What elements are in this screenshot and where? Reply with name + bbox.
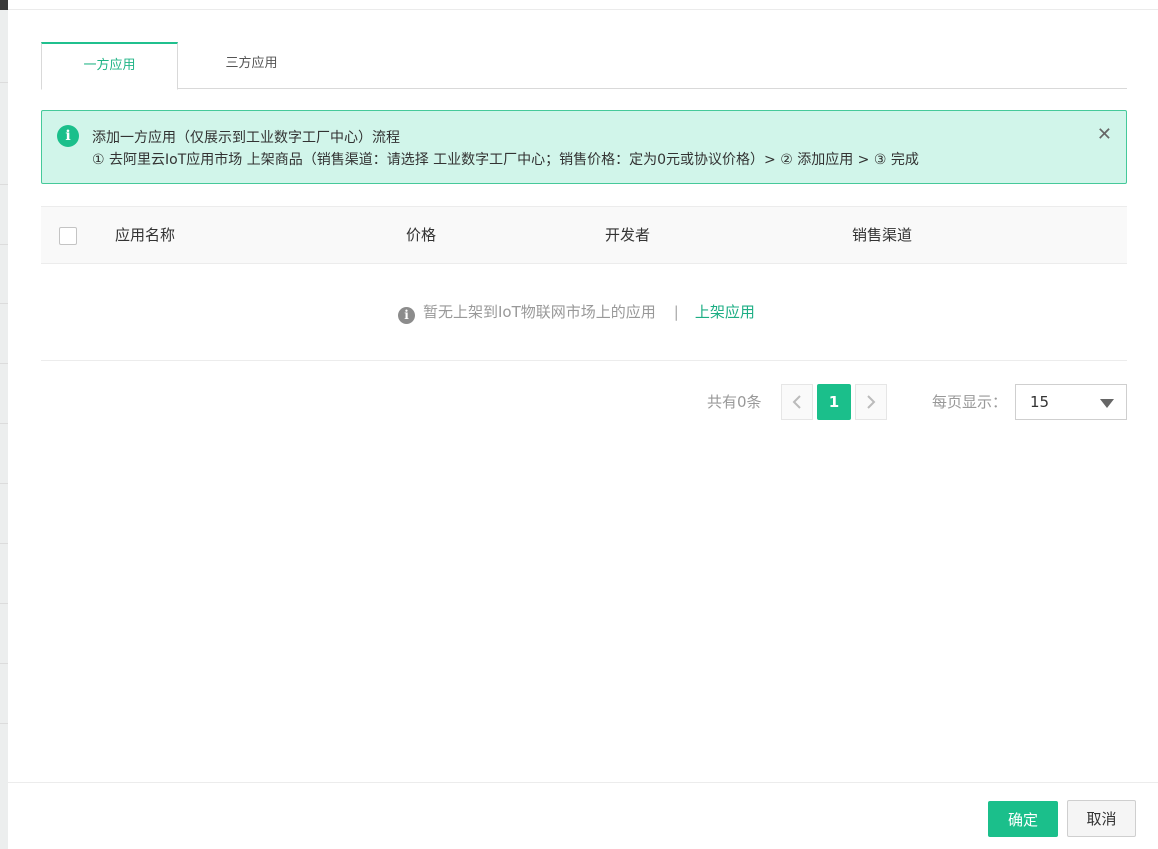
process-info-alert: i 添加一方应用（仅展示到工业数字工厂中心）流程 ① 去阿里云IoT应用市场 上… (41, 110, 1127, 184)
column-header-developer: 开发者 (605, 226, 651, 244)
next-page-button[interactable] (855, 384, 887, 420)
close-icon[interactable]: ✕ (1097, 125, 1112, 145)
total-count: 共有0条 (707, 393, 762, 411)
separator: | (673, 303, 679, 321)
footer-divider (8, 782, 1158, 783)
table-header: 应用名称 价格 开发者 销售渠道 (41, 206, 1127, 264)
background-divider (0, 82, 8, 83)
alert-title: 添加一方应用（仅展示到工业数字工厂中心）流程 (92, 130, 400, 146)
chevron-left-icon (792, 395, 801, 409)
background-divider (0, 663, 8, 664)
chevron-right-icon (867, 395, 876, 409)
caret-down-icon (1100, 399, 1114, 408)
confirm-button[interactable]: 确定 (988, 801, 1058, 837)
per-page-value: 15 (1030, 393, 1050, 411)
per-page-select[interactable]: 15 (1015, 384, 1127, 420)
select-all-checkbox[interactable] (59, 227, 77, 245)
prev-page-button[interactable] (781, 384, 813, 420)
background-divider (0, 363, 8, 364)
cancel-button[interactable]: 取消 (1067, 800, 1136, 837)
background-divider (0, 543, 8, 544)
background-divider (0, 603, 8, 604)
background-divider (0, 423, 8, 424)
column-header-app-name: 应用名称 (115, 226, 176, 244)
alert-description: ① 去阿里云IoT应用市场 上架商品（销售渠道：请选择 工业数字工厂中心；销售价… (92, 152, 919, 168)
list-app-link[interactable]: 上架应用 (695, 303, 755, 321)
page-number-current[interactable]: 1 (817, 384, 851, 420)
empty-message: 暂无上架到IoT物联网市场上的应用 (423, 303, 656, 321)
info-icon: i (398, 307, 415, 324)
tab-third-party-apps[interactable]: 三方应用 (178, 42, 325, 89)
column-header-sales-channel: 销售渠道 (852, 226, 913, 244)
tab-first-party-apps[interactable]: 一方应用 (41, 42, 178, 90)
background-divider (0, 303, 8, 304)
background-dark-corner (0, 0, 8, 10)
dialog-top-border (8, 9, 1158, 10)
background-divider (0, 723, 8, 724)
app-type-tabs: 一方应用 三方应用 (41, 42, 1127, 90)
per-page-label: 每页显示： (932, 393, 1008, 411)
background-divider (0, 483, 8, 484)
background-divider (0, 184, 8, 185)
background-window-edge (0, 0, 8, 849)
column-header-price: 价格 (406, 226, 437, 244)
table-empty-state: i 暂无上架到IoT物联网市场上的应用 | 上架应用 (41, 264, 1127, 361)
background-divider (0, 244, 8, 245)
info-icon: i (57, 125, 79, 147)
